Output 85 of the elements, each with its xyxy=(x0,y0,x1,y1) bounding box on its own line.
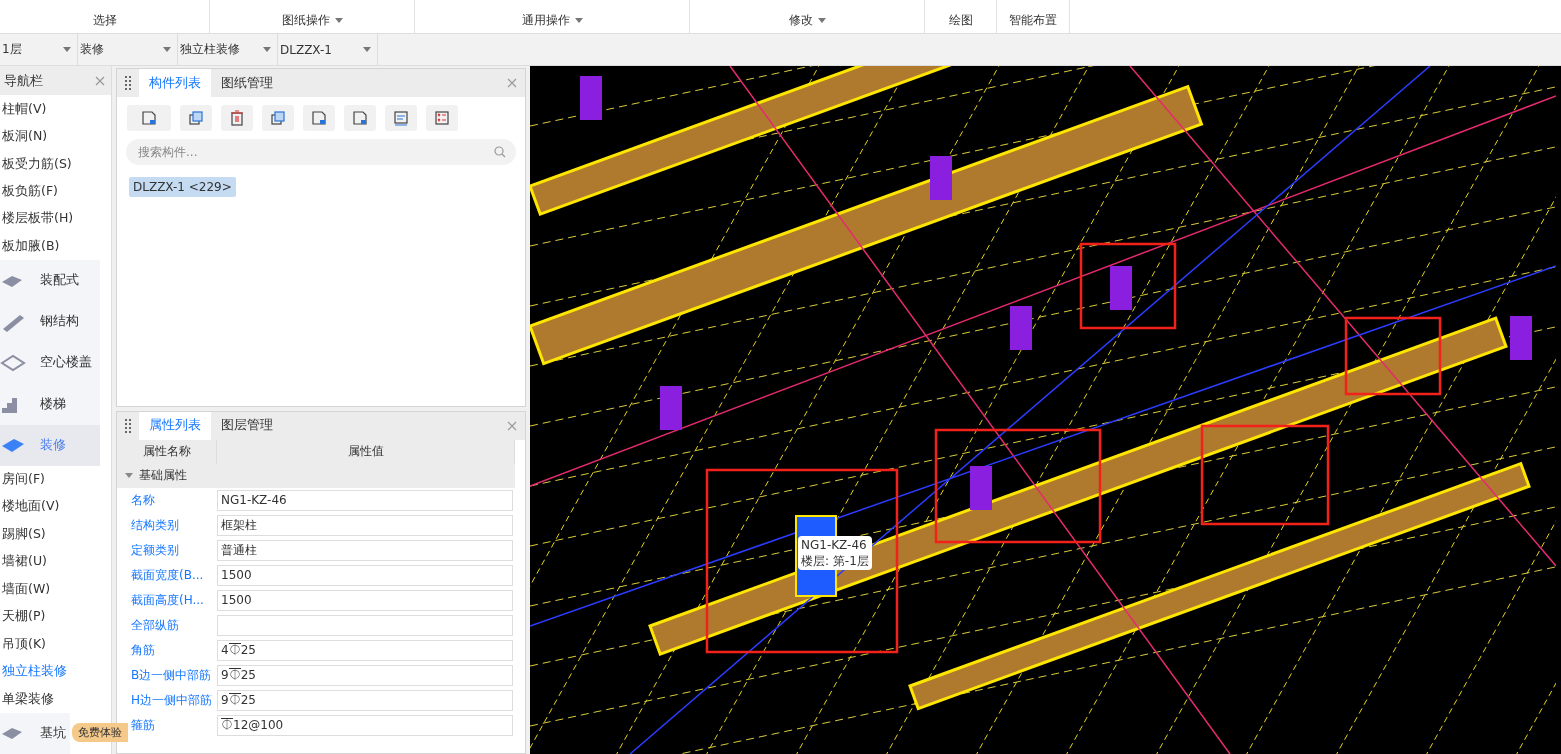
nav-item[interactable]: 墙面(W) xyxy=(0,575,111,603)
nav-item[interactable]: 独立柱装修 xyxy=(0,657,111,686)
property-value-field[interactable]: 1500 xyxy=(217,589,513,611)
property-name: 箍筋 xyxy=(130,716,156,734)
search-icon xyxy=(494,146,506,158)
search-input[interactable]: 搜索构件... xyxy=(136,144,494,160)
property-value-field[interactable]: 1500 xyxy=(217,564,513,586)
ribbon-group-label[interactable]: 绘图 xyxy=(948,12,973,29)
group-row[interactable]: 基础属性 xyxy=(117,463,515,488)
property-name: 名称 xyxy=(130,491,156,509)
table-icon xyxy=(434,110,450,126)
property-name: 结构类别 xyxy=(130,516,180,534)
tab[interactable]: 属性列表 xyxy=(139,411,211,440)
property-name: 截面高度(H... xyxy=(130,591,205,609)
toolbar-button[interactable] xyxy=(385,105,417,131)
nav-item[interactable]: 楼地面(V) xyxy=(0,493,111,521)
close-icon[interactable] xyxy=(507,78,517,88)
property-name: 定额类别 xyxy=(130,541,180,559)
close-icon[interactable] xyxy=(507,420,517,431)
caret-icon xyxy=(817,18,826,23)
column-header: 属性值 xyxy=(217,439,515,464)
property-name: 全部纵筋 xyxy=(130,616,180,634)
ribbon-group-label[interactable]: 通用操作 xyxy=(521,12,583,29)
duplicate-icon xyxy=(270,110,286,126)
toolbar-button[interactable] xyxy=(426,105,458,131)
drag-handle-icon[interactable] xyxy=(125,418,131,433)
trial-badge[interactable]: 免费体验 xyxy=(72,723,128,742)
panel-title: 导航栏 xyxy=(4,71,43,90)
property-value-field[interactable]: 9⏁25 xyxy=(217,664,513,686)
ribbon-group-label[interactable]: 修改 xyxy=(788,12,826,29)
dropdown[interactable]: 独立柱装修 xyxy=(178,34,278,65)
nav-item[interactable]: 墙裙(U) xyxy=(0,548,111,576)
tooltip: NG1-KZ-46 楼层: 第-1层 xyxy=(798,536,872,570)
property-name: B边一侧中部筋 xyxy=(130,666,213,684)
nav-item[interactable]: 吊顶(K) xyxy=(0,630,111,658)
nav-category[interactable]: 装配式 xyxy=(0,260,100,302)
copy-icon xyxy=(188,110,204,126)
dropdown[interactable]: 1层 xyxy=(0,34,78,65)
property-value-field[interactable]: ⏁12@100 xyxy=(217,714,513,736)
column-header: 属性名称 xyxy=(117,439,217,464)
caret-icon xyxy=(574,18,583,23)
nav-category[interactable]: 基坑 xyxy=(0,712,70,754)
ribbon-group-label[interactable]: 智能布置 xyxy=(1009,12,1057,29)
component-item[interactable]: DLZZX-1 <229> xyxy=(129,177,236,197)
nav-item[interactable]: 柱帽(V) xyxy=(0,95,111,123)
search-field[interactable]: 搜索构件... xyxy=(126,139,516,165)
nav-item[interactable]: 天棚(P) xyxy=(0,603,111,631)
property-value-field[interactable]: NG1-KZ-46 xyxy=(217,489,513,511)
toolbar-button[interactable] xyxy=(221,105,253,131)
property-value-field[interactable]: 框架柱 xyxy=(217,514,513,536)
drag-handle-icon[interactable] xyxy=(125,76,131,90)
toolbar-button[interactable] xyxy=(262,105,294,131)
list-icon xyxy=(393,110,409,126)
dropdown[interactable]: DLZZX-1 xyxy=(278,34,378,65)
nav-category[interactable]: 钢结构 xyxy=(0,301,100,343)
dropdown[interactable]: 装修 xyxy=(78,34,178,65)
tab[interactable]: 图纸管理 xyxy=(211,69,283,97)
toolbar-button[interactable] xyxy=(127,105,171,131)
trash-icon xyxy=(229,110,245,126)
nav-item[interactable]: 板加腋(B) xyxy=(0,232,111,261)
toolbar-button[interactable] xyxy=(344,105,376,131)
nav-category[interactable]: 楼梯 xyxy=(0,383,100,425)
property-name: H边一侧中部筋 xyxy=(130,691,214,709)
nav-item[interactable]: 板负筋(F) xyxy=(0,177,111,206)
nav-item[interactable]: 踢脚(S) xyxy=(0,520,111,549)
property-value-field[interactable]: 9⏁25 xyxy=(217,689,513,711)
toolbar-button[interactable] xyxy=(180,105,212,131)
ribbon-group-label[interactable]: 选择 xyxy=(92,12,117,29)
property-value-field[interactable]: 4⏁25 xyxy=(217,639,513,661)
nav-item[interactable]: 楼层板带(H) xyxy=(0,205,111,233)
nav-item[interactable]: 板洞(N) xyxy=(0,122,111,151)
nav-category[interactable]: 空心楼盖 xyxy=(0,342,100,384)
ribbon-group-label[interactable]: 图纸操作 xyxy=(281,12,343,29)
close-icon[interactable] xyxy=(95,75,105,86)
property-name: 角筋 xyxy=(130,641,156,659)
caret-icon xyxy=(334,18,343,23)
nav-item[interactable]: 单梁装修 xyxy=(0,685,111,713)
property-name: 截面宽度(B... xyxy=(130,566,205,584)
property-value-field[interactable]: 普通柱 xyxy=(217,539,513,561)
nav-item[interactable]: 房间(F) xyxy=(0,465,111,494)
toolbar-button[interactable] xyxy=(303,105,335,131)
property-value-field[interactable] xyxy=(217,614,513,636)
nav-item[interactable]: 板受力筋(S) xyxy=(0,150,111,178)
tab[interactable]: 图层管理 xyxy=(211,411,283,440)
tab[interactable]: 构件列表 xyxy=(139,69,211,97)
